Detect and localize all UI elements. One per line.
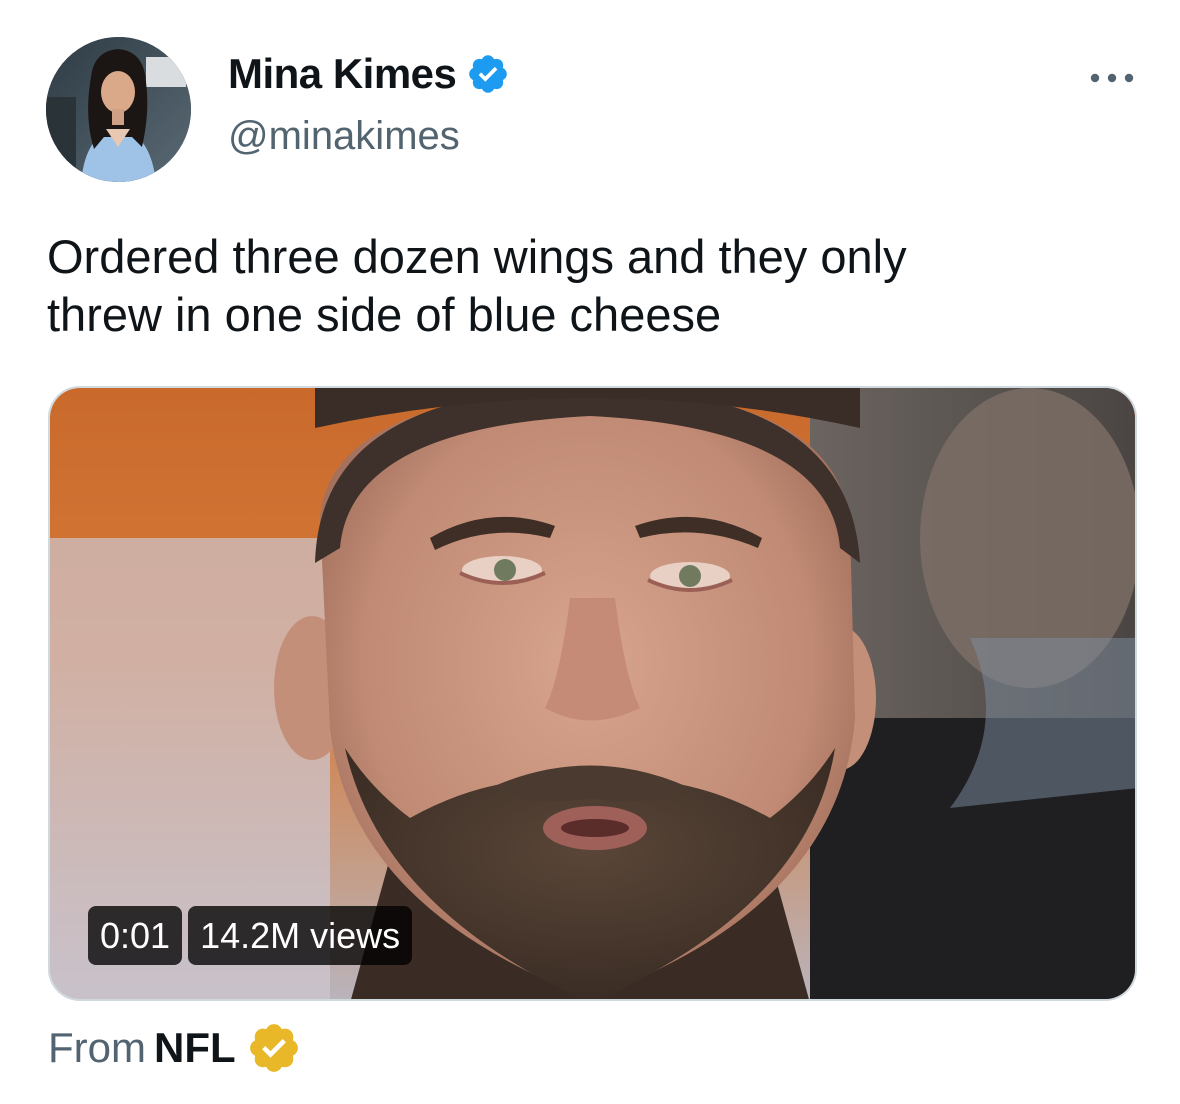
tweet-text: Ordered three dozen wings and they only … — [47, 230, 907, 341]
source-link[interactable]: NFL — [154, 1024, 236, 1072]
verified-badge-icon — [466, 52, 510, 96]
more-options-button[interactable] — [1086, 60, 1138, 96]
video-timestamp: 0:01 — [88, 906, 183, 965]
from-label: From — [48, 1024, 146, 1071]
video-view-count: 14.2M views — [188, 906, 413, 965]
video-badges: 0:01 14.2M views — [88, 906, 413, 965]
avatar[interactable] — [46, 37, 191, 182]
author-handle[interactable]: @minakimes — [228, 114, 460, 159]
more-horizontal-icon — [1090, 73, 1134, 83]
author-display-name[interactable]: Mina Kimes — [228, 50, 457, 98]
media-attribution: From NFL — [48, 1020, 302, 1076]
author-name-row[interactable]: Mina Kimes — [228, 50, 510, 98]
verified-org-badge-icon — [246, 1020, 302, 1076]
video-player[interactable]: 0:01 14.2M views — [48, 386, 1137, 1001]
